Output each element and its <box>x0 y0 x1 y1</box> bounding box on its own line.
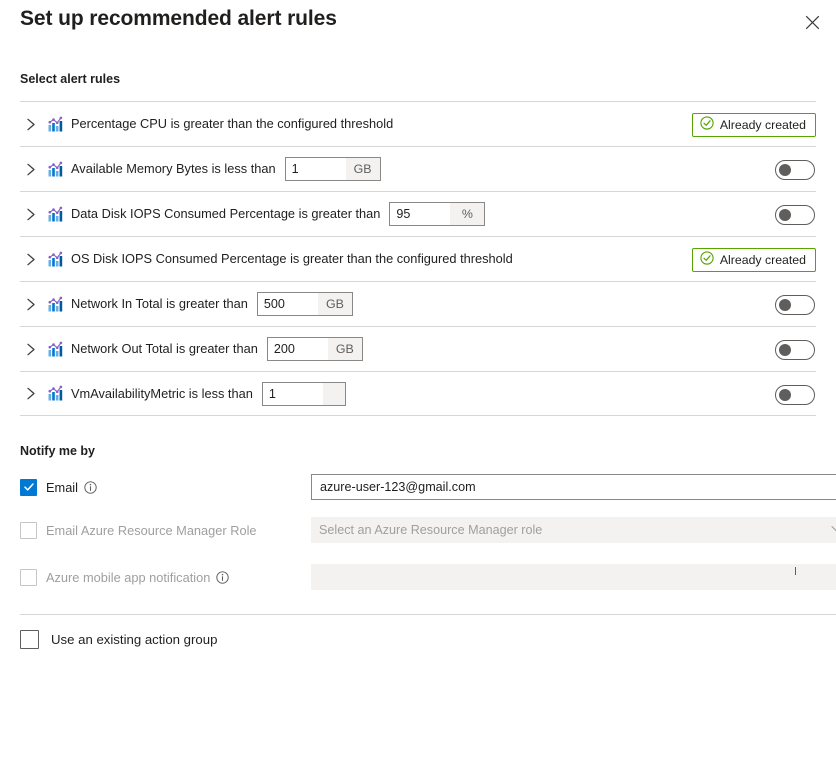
threshold-input[interactable] <box>263 383 323 405</box>
threshold-input-group[interactable]: GB <box>257 292 353 316</box>
mobile-app-checkbox[interactable] <box>20 569 37 586</box>
alert-rule-row[interactable]: Network Out Total is greater than GB <box>20 326 816 371</box>
chevron-right-icon[interactable] <box>22 295 40 313</box>
notify-mobile-app-row: Azure mobile app notification <box>20 564 836 590</box>
arm-role-dropdown-placeholder: Select an Azure Resource Manager role <box>319 523 542 537</box>
email-label: Email <box>46 480 78 495</box>
toggle-knob <box>779 389 791 401</box>
status-badge-already-created: Already created <box>692 248 816 272</box>
select-alert-rules-heading: Select alert rules <box>20 72 120 86</box>
metric-chart-icon <box>46 160 64 178</box>
alert-rule-status <box>775 282 816 327</box>
alert-rules-list: Percentage CPU is greater than the confi… <box>20 101 816 416</box>
alert-rule-row[interactable]: Percentage CPU is greater than the confi… <box>20 101 816 146</box>
alert-rule-row[interactable]: Available Memory Bytes is less than GB <box>20 146 816 191</box>
alert-rule-row[interactable]: VmAvailabilityMetric is less than <box>20 371 816 416</box>
close-button[interactable] <box>796 6 828 38</box>
threshold-input[interactable] <box>286 158 346 180</box>
toggle-knob <box>779 209 791 221</box>
threshold-input-group[interactable]: GB <box>285 157 381 181</box>
check-circle-icon <box>700 251 714 268</box>
threshold-input-group[interactable]: GB <box>267 337 363 361</box>
email-checkbox[interactable] <box>20 479 37 496</box>
chevron-right-icon[interactable] <box>22 250 40 268</box>
alert-rule-status <box>775 147 816 192</box>
status-badge-already-created: Already created <box>692 113 816 137</box>
email-input[interactable] <box>311 474 836 500</box>
alert-rule-label: Available Memory Bytes is less than <box>71 160 276 178</box>
alert-rule-status <box>775 192 816 237</box>
notify-email-row: Email <box>20 474 836 500</box>
alert-rule-status: Already created <box>692 102 816 147</box>
toggle-knob <box>779 164 791 176</box>
alert-rule-row[interactable]: OS Disk IOPS Consumed Percentage is grea… <box>20 236 816 281</box>
chevron-right-icon[interactable] <box>22 115 40 133</box>
threshold-input-group[interactable] <box>262 382 346 406</box>
page-title: Set up recommended alert rules <box>20 4 337 34</box>
alert-rule-label: Percentage CPU is greater than the confi… <box>71 115 393 133</box>
chevron-right-icon[interactable] <box>22 340 40 358</box>
use-existing-action-group-checkbox[interactable] <box>20 630 39 649</box>
threshold-unit-label: % <box>450 203 484 225</box>
chevron-right-icon[interactable] <box>22 160 40 178</box>
alert-rule-label: OS Disk IOPS Consumed Percentage is grea… <box>71 250 513 268</box>
check-circle-icon <box>700 116 714 133</box>
alert-rule-toggle[interactable] <box>775 205 815 225</box>
use-existing-action-group-label: Use an existing action group <box>51 632 217 647</box>
alert-rule-toggle[interactable] <box>775 295 815 315</box>
status-badge-label: Already created <box>720 253 806 267</box>
toggle-knob <box>779 299 791 311</box>
metric-chart-icon <box>46 295 64 313</box>
threshold-input[interactable] <box>268 338 328 360</box>
metric-chart-icon <box>46 340 64 358</box>
metric-chart-icon <box>46 250 64 268</box>
status-badge-label: Already created <box>720 118 806 132</box>
threshold-input[interactable] <box>390 203 450 225</box>
metric-chart-icon <box>46 205 64 223</box>
alert-rule-label: Network In Total is greater than <box>71 295 248 313</box>
text-caret-mark <box>795 567 796 575</box>
alert-rule-status <box>775 327 816 372</box>
arm-role-checkbox[interactable] <box>20 522 37 539</box>
notify-me-by-heading: Notify me by <box>20 444 95 458</box>
toggle-knob <box>779 344 791 356</box>
threshold-unit-label: GB <box>318 293 352 315</box>
chevron-down-icon <box>831 523 836 537</box>
metric-chart-icon <box>46 115 64 133</box>
alert-rule-label: VmAvailabilityMetric is less than <box>71 385 253 403</box>
mobile-app-field[interactable] <box>311 564 836 590</box>
alert-rule-toggle[interactable] <box>775 160 815 180</box>
threshold-unit-label <box>323 383 345 405</box>
chevron-right-icon[interactable] <box>22 385 40 403</box>
info-icon[interactable] <box>216 571 229 584</box>
threshold-unit-label: GB <box>328 338 362 360</box>
alert-rule-label: Data Disk IOPS Consumed Percentage is gr… <box>71 205 380 223</box>
mobile-app-label: Azure mobile app notification <box>46 570 210 585</box>
chevron-right-icon[interactable] <box>22 205 40 223</box>
threshold-input[interactable] <box>258 293 318 315</box>
alert-rule-label: Network Out Total is greater than <box>71 340 258 358</box>
alert-rule-status <box>775 372 816 417</box>
alert-rule-toggle[interactable] <box>775 385 815 405</box>
section-divider <box>20 614 836 615</box>
alert-rule-toggle[interactable] <box>775 340 815 360</box>
alert-rule-row[interactable]: Network In Total is greater than GB <box>20 281 816 326</box>
arm-role-label: Email Azure Resource Manager Role <box>46 523 257 538</box>
info-icon[interactable] <box>84 481 97 494</box>
alert-rule-status: Already created <box>692 237 816 282</box>
close-icon <box>805 15 820 30</box>
threshold-input-group[interactable]: % <box>389 202 485 226</box>
threshold-unit-label: GB <box>346 158 380 180</box>
notify-arm-role-row: Email Azure Resource Manager Role Select… <box>20 517 836 543</box>
alert-rule-row[interactable]: Data Disk IOPS Consumed Percentage is gr… <box>20 191 816 236</box>
arm-role-dropdown[interactable]: Select an Azure Resource Manager role <box>311 517 836 543</box>
metric-chart-icon <box>46 385 64 403</box>
use-existing-action-group-row: Use an existing action group <box>20 628 217 650</box>
